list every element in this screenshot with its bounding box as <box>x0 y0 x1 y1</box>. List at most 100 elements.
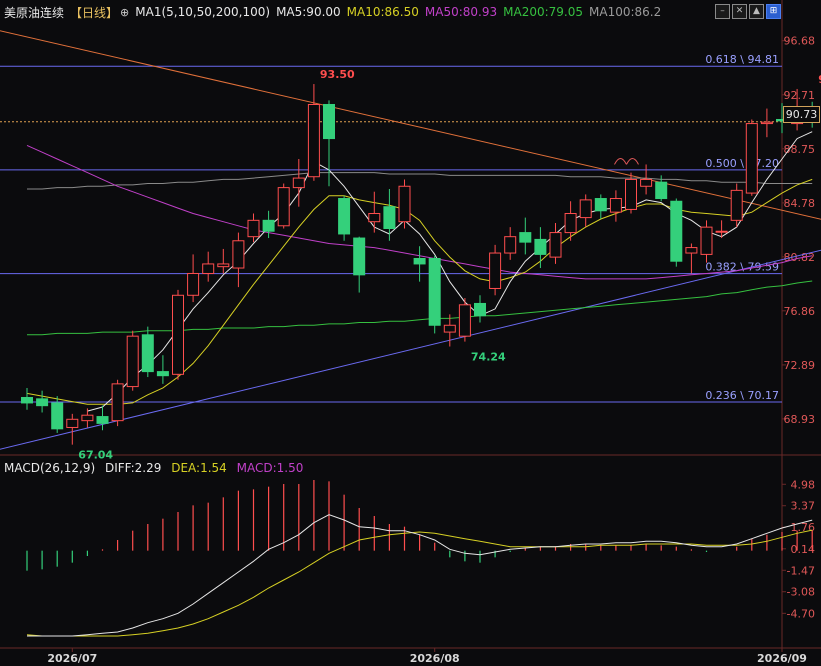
ma50-value: MA50:80.93 <box>424 5 498 19</box>
candle-body <box>428 257 441 326</box>
price-tick-label: 68.93 <box>784 413 816 426</box>
candle-body <box>81 414 94 422</box>
price-tick-label: 76.86 <box>784 305 816 318</box>
candle-body <box>760 121 773 125</box>
chart-settings-button[interactable]: ⊞ <box>766 4 781 19</box>
candle-body <box>489 252 502 289</box>
ma200-line <box>27 280 813 336</box>
chart-toolbar: – ✕ ▲ ⊞ <box>715 4 781 19</box>
candle-body <box>655 181 668 200</box>
macd-tick-label: 4.98 <box>791 478 816 491</box>
candle-body <box>21 396 33 404</box>
candle-body <box>141 334 154 373</box>
current-price-tag: 90.73 <box>783 106 820 123</box>
price-tick-label: 88.75 <box>784 143 816 156</box>
close-button[interactable]: ✕ <box>732 4 747 19</box>
candle-body <box>111 383 124 422</box>
candle-body <box>609 198 622 213</box>
candle-body <box>368 213 381 223</box>
ma100-line <box>27 172 813 190</box>
candle-body <box>202 263 215 274</box>
macd-tick-label: -1.47 <box>787 564 815 577</box>
candle-body <box>292 177 305 189</box>
minimize-button[interactable]: – <box>715 4 730 19</box>
candle-body <box>640 178 653 187</box>
candle-body <box>413 257 426 265</box>
macd-tick-label: 3.37 <box>791 500 816 513</box>
scroll-up-button[interactable]: ▲ <box>749 4 764 19</box>
candle-body <box>685 247 698 254</box>
candle-body <box>353 237 366 276</box>
time-tick-label: 2026/07 <box>47 652 97 665</box>
macd-params[interactable]: MACD(26,12,9) <box>4 461 95 475</box>
macd-value: MACD:1.50 <box>236 461 304 475</box>
candle-body <box>474 302 486 317</box>
settings-icon[interactable]: ⊕ <box>120 6 129 19</box>
extreme-value-label: 93.50 <box>320 68 355 81</box>
candle-body <box>458 304 471 337</box>
candle-body <box>66 418 79 428</box>
price-tick-label: 96.68 <box>784 35 816 48</box>
candle-body <box>534 238 547 255</box>
macd-diff-value: DIFF:2.29 <box>104 461 162 475</box>
candle-body <box>625 178 637 210</box>
chart-canvas[interactable]: 96.6892.7188.7584.7880.8276.8672.8968.93… <box>0 0 821 666</box>
price-tick-label: 72.89 <box>784 359 816 372</box>
diff-line <box>27 514 813 637</box>
price-tick-label: 84.78 <box>784 197 816 210</box>
fib-level-label: 0.236 \ 70.17 <box>705 389 779 402</box>
macd-tick-label: 0.14 <box>791 543 816 556</box>
time-tick-label: 2026/08 <box>410 652 460 665</box>
macd-tick-label: -4.70 <box>787 607 815 620</box>
candle-body <box>156 371 169 377</box>
candle-body <box>51 402 64 430</box>
fib-level-label: 0.500 \ 87.20 <box>705 157 779 170</box>
candle-body <box>262 219 275 232</box>
extreme-value-label: 74.24 <box>471 351 506 364</box>
candle-body <box>323 103 335 140</box>
ma5-line <box>87 131 813 412</box>
candle-body <box>549 232 562 258</box>
candle-body <box>443 324 456 333</box>
candle-body <box>579 199 592 219</box>
chart-header: 美原油连续 【日线】 ⊕ MA1(5,10,50,200,100) MA5:90… <box>4 3 667 21</box>
candle-body <box>564 213 577 234</box>
period-label[interactable]: 【日线】 <box>70 4 118 21</box>
candle-body <box>126 335 139 388</box>
candle-body <box>700 226 713 255</box>
candle-body <box>670 200 683 262</box>
extreme-value-label: 67.04 <box>78 449 113 462</box>
ma-params[interactable]: MA1(5,10,50,200,100) <box>135 5 270 19</box>
ma10-value: MA10:86.50 <box>346 5 419 19</box>
candle-body <box>36 398 49 407</box>
macd-header: MACD(26,12,9) DIFF:2.29 DEA:1.54 MACD:1.… <box>4 461 309 475</box>
candle-body <box>745 123 758 194</box>
fib-level-label: 0.618 \ 94.81 <box>705 53 779 66</box>
candle-body <box>187 272 200 296</box>
symbol-name[interactable]: 美原油连续 <box>4 4 64 21</box>
macd-tick-label: -3.08 <box>787 586 815 599</box>
candle-body <box>232 240 245 269</box>
ma200-value: MA200:79.05 <box>503 5 583 19</box>
candle-body <box>715 230 728 233</box>
candle-body <box>398 185 411 223</box>
macd-dea-value: DEA:1.54 <box>171 461 227 475</box>
time-tick-label: 2026/09 <box>757 652 807 665</box>
candle-body <box>172 294 184 375</box>
ma100-value: MA100:86.2 <box>589 5 662 19</box>
candle-body <box>338 198 351 235</box>
candle-body <box>504 236 517 254</box>
candle-body <box>247 219 260 238</box>
arc-marker <box>614 157 627 165</box>
price-tick-label: 92.71 <box>784 89 816 102</box>
candle-body <box>383 206 396 230</box>
arc-marker <box>626 157 639 165</box>
candle-body <box>730 189 743 221</box>
ma5-value: MA5:90.00 <box>276 5 341 19</box>
candle-body <box>96 416 109 424</box>
candle-body <box>519 232 532 243</box>
candle-body <box>277 187 290 227</box>
candle-body <box>217 263 230 268</box>
candle-body <box>307 103 320 178</box>
candle-body <box>594 198 607 212</box>
